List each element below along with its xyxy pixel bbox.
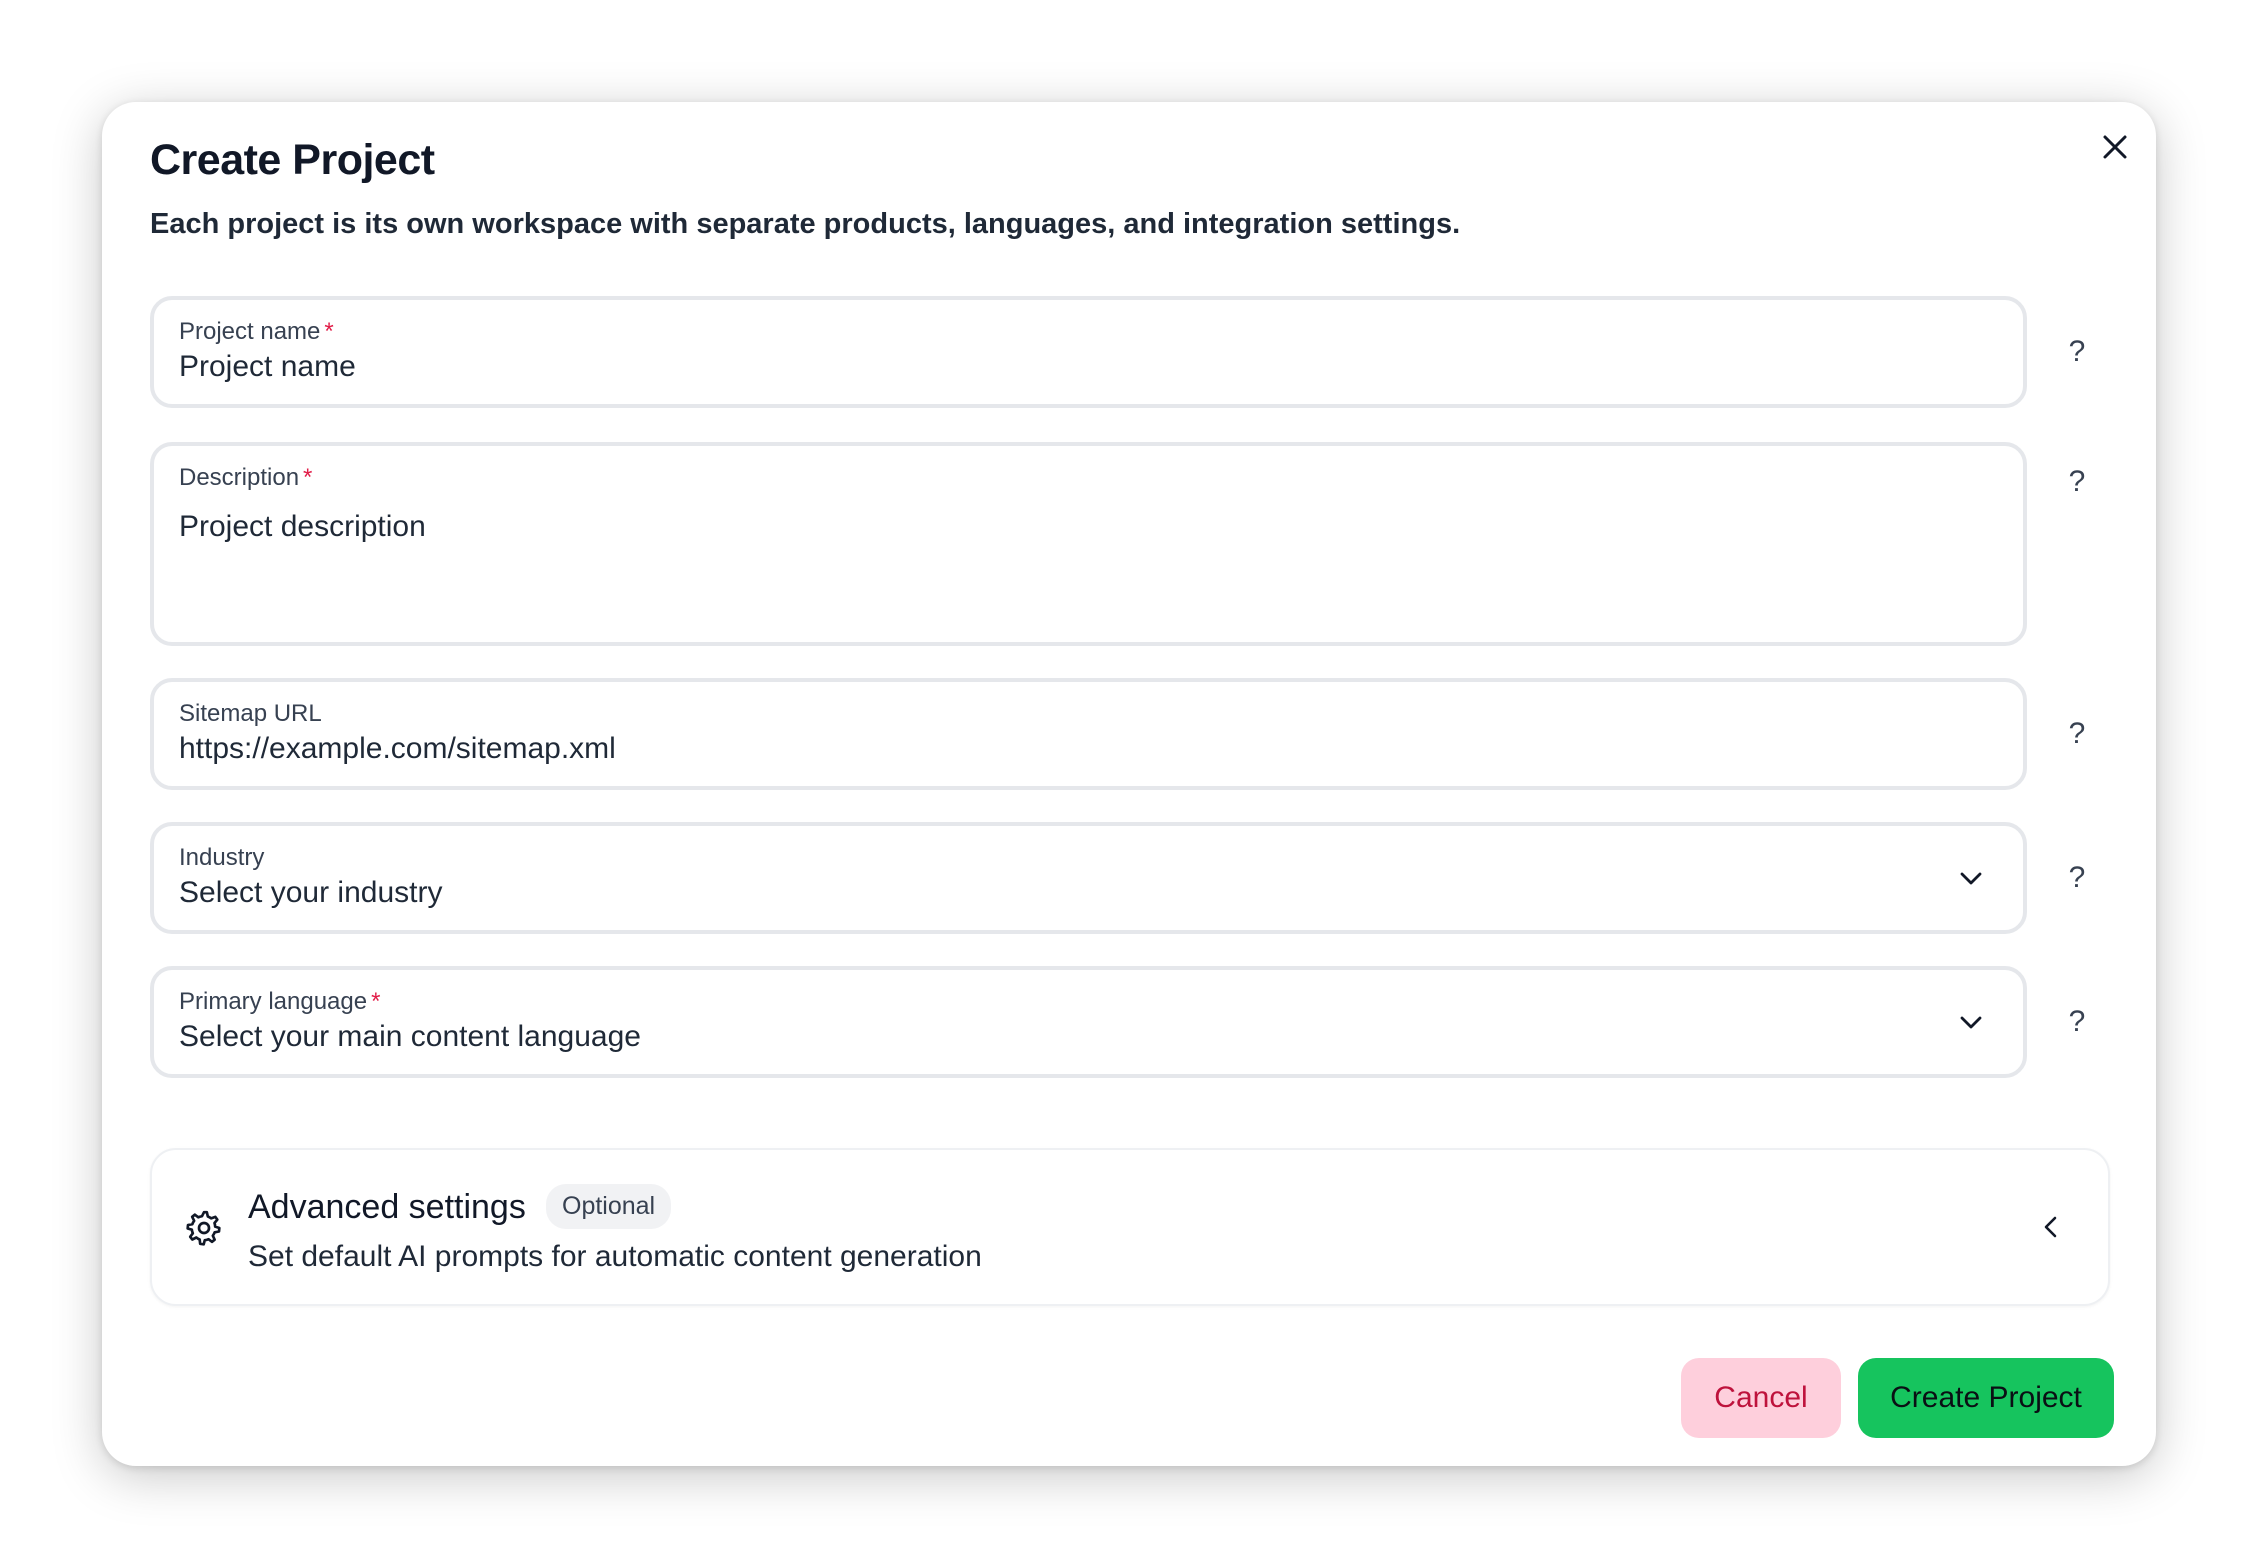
primary-language-help-button[interactable]: ? (2060, 1002, 2094, 1042)
dialog-title: Create Project (150, 136, 435, 184)
description-textarea[interactable]: Project description (179, 510, 426, 544)
create-project-button[interactable]: Create Project (1858, 1358, 2114, 1438)
close-button[interactable] (2090, 122, 2140, 172)
optional-badge: Optional (546, 1184, 672, 1229)
industry-select[interactable]: Industry Select your industry (150, 822, 2027, 934)
primary-language-label: Primary language * (179, 988, 381, 1015)
project-name-field[interactable]: Project name * Project name (150, 296, 2027, 408)
required-mark: * (324, 318, 334, 345)
required-mark: * (371, 988, 381, 1015)
primary-language-select[interactable]: Primary language * Select your main conte… (150, 966, 2027, 1078)
project-name-input[interactable]: Project name (179, 350, 356, 384)
sitemap-url-field[interactable]: Sitemap URL https://example.com/sitemap.… (150, 678, 2027, 790)
sitemap-url-input[interactable]: https://example.com/sitemap.xml (179, 732, 616, 766)
description-label: Description * (179, 464, 313, 491)
description-help-button[interactable]: ? (2060, 462, 2094, 502)
chevron-down-icon (1960, 872, 1982, 885)
advanced-settings-panel[interactable]: Advanced settings Optional Set default A… (150, 1148, 2110, 1306)
cancel-button[interactable]: Cancel (1681, 1358, 1841, 1438)
industry-help-button[interactable]: ? (2060, 858, 2094, 898)
advanced-settings-description: Set default AI prompts for automatic con… (248, 1240, 982, 1273)
primary-language-selected-value: Select your main content language (179, 1020, 641, 1053)
project-name-help-button[interactable]: ? (2060, 332, 2094, 372)
close-icon (2103, 135, 2127, 159)
gear-icon (186, 1210, 221, 1246)
dialog-subtitle: Each project is its own workspace with s… (150, 208, 1461, 240)
industry-selected-value: Select your industry (179, 876, 443, 909)
industry-label: Industry (179, 844, 265, 871)
chevron-down-icon (1960, 1016, 1982, 1029)
sitemap-url-help-button[interactable]: ? (2060, 714, 2094, 754)
advanced-settings-title: Advanced settings (248, 1188, 526, 1226)
project-name-label: Project name * (179, 318, 334, 345)
required-mark: * (303, 464, 313, 491)
description-field[interactable]: Description * Project description (150, 442, 2027, 646)
sitemap-url-label: Sitemap URL (179, 700, 322, 727)
chevron-left-icon[interactable] (2034, 1210, 2068, 1244)
